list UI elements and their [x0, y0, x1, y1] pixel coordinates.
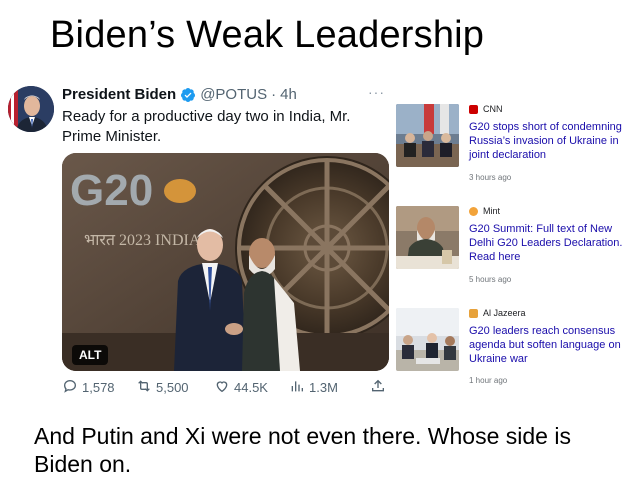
reply-icon — [62, 378, 78, 397]
caption-text: And Putin and Xi were not even there. Wh… — [34, 423, 571, 477]
tweet-action-bar: 1,578 5,500 44.5K 1.3M — [62, 378, 392, 400]
news-source-name: Mint — [483, 206, 501, 216]
like-count: 44.5K — [234, 380, 268, 395]
tweet-text: Ready for a productive day two in India,… — [62, 108, 351, 145]
retweet-count: 5,500 — [156, 380, 189, 395]
news-source-name: CNN — [483, 104, 503, 114]
cnn-logo-icon — [469, 104, 478, 114]
retweet-button[interactable]: 5,500 — [136, 378, 189, 397]
author-handle[interactable]: @POTUS — [200, 86, 267, 103]
tweet-timestamp[interactable]: 4h — [280, 86, 297, 103]
share-icon — [370, 378, 386, 397]
share-button[interactable] — [370, 378, 386, 397]
page-headline: Biden’s Weak Leadership — [50, 14, 485, 56]
news-headline-link[interactable]: G20 Summit: Full text of New Delhi G20 L… — [469, 222, 637, 264]
mint-logo-icon — [469, 206, 478, 216]
news-headline-link[interactable]: G20 leaders reach consensus agenda but s… — [469, 324, 637, 366]
news-timestamp: 5 hours ago — [469, 275, 512, 284]
backdrop-text: भारत 2023 INDIA — [84, 232, 201, 249]
verified-badge-icon — [180, 87, 196, 103]
news-item[interactable]: Mint G20 Summit: Full text of New Delhi … — [393, 206, 639, 296]
meta-separator: · — [271, 86, 277, 103]
views-count: 1.3M — [309, 380, 338, 395]
news-timestamp: 1 hour ago — [469, 376, 508, 385]
like-button[interactable]: 44.5K — [214, 378, 268, 397]
views-button[interactable]: 1.3M — [289, 378, 338, 397]
g20-logo: G20 — [70, 166, 153, 215]
retweet-icon — [136, 378, 152, 397]
heart-icon — [214, 378, 230, 397]
news-timestamp: 3 hours ago — [469, 173, 512, 182]
alt-text-badge[interactable]: ALT — [72, 345, 109, 365]
author-name[interactable]: President Biden — [62, 86, 176, 103]
news-source: Al Jazeera — [469, 308, 526, 318]
al-jazeera-logo-icon — [469, 308, 478, 318]
reply-count: 1,578 — [82, 380, 115, 395]
more-options-icon[interactable]: ··· — [368, 84, 385, 100]
news-source: CNN — [469, 104, 503, 114]
news-source-name: Al Jazeera — [483, 308, 526, 318]
avatar[interactable] — [8, 86, 54, 132]
news-source: Mint — [469, 206, 500, 216]
news-item[interactable]: Al Jazeera G20 leaders reach consensus a… — [393, 308, 639, 398]
tweet-photo[interactable]: G20 भारत 2023 INDIA — [62, 153, 389, 371]
news-thumbnail[interactable] — [396, 308, 459, 371]
news-item[interactable]: CNN G20 stops short of condemning Russia… — [393, 104, 639, 194]
reply-button[interactable]: 1,578 — [62, 378, 115, 397]
news-headline-link[interactable]: G20 stops short of condemning Russia’s i… — [469, 120, 637, 162]
news-thumbnail[interactable] — [396, 206, 459, 269]
views-chart-icon — [289, 378, 305, 397]
news-thumbnail[interactable] — [396, 104, 459, 167]
tweet-header: President Biden @POTUS · 4h — [62, 86, 297, 103]
